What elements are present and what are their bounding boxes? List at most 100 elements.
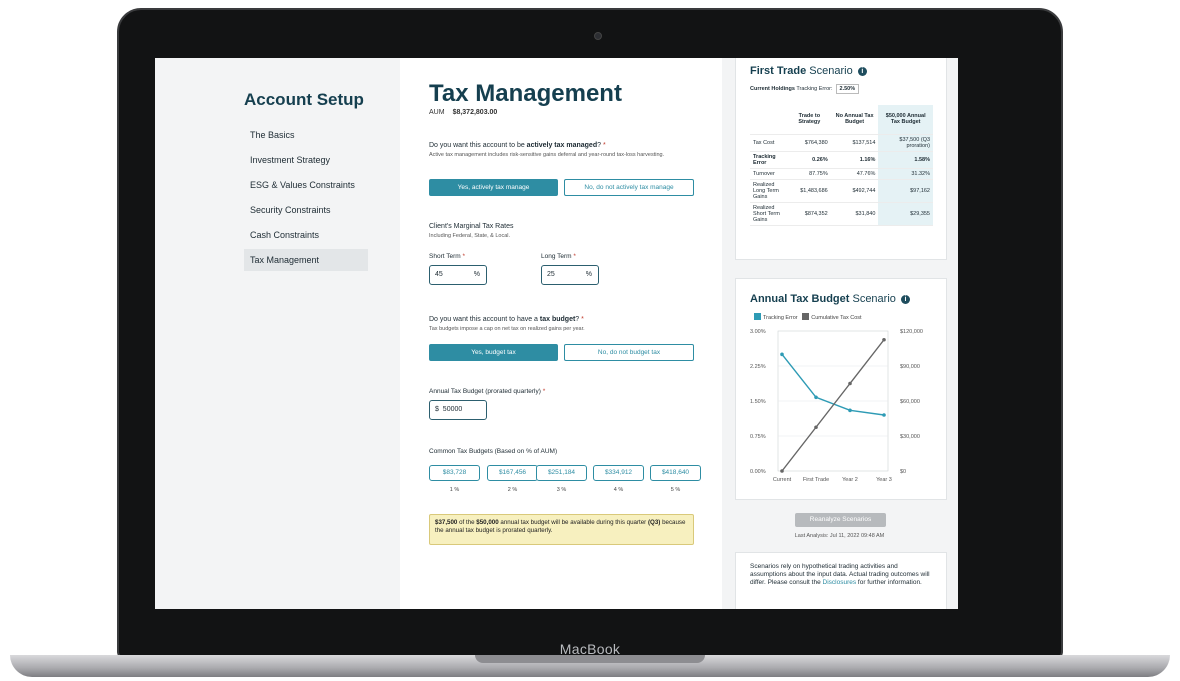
budget-tax-no-button[interactable]: No, do not budget tax [564, 344, 694, 361]
table-header-empty [750, 105, 788, 135]
short-term-label-text: Short Term [429, 253, 461, 260]
row-label: Realized Long Term Gains [750, 179, 788, 203]
table-row: Turnover 87.75% 47.76% 31.32% [750, 168, 933, 180]
disclosure-tail: for further information. [856, 579, 922, 586]
x-tick-label: First Trade [803, 477, 829, 483]
y-left-tick-label: 0.00% [750, 469, 766, 475]
table-row: Realized Short Term Gains $874,352 $31,8… [750, 202, 933, 226]
first-trade-title-bold: First Trade [750, 65, 807, 77]
sidebar-item-esg-values[interactable]: ESG & Values Constraints [244, 174, 368, 196]
table-cell: $29,355 [878, 202, 933, 226]
aum-value: $8,372,803.00 [452, 109, 498, 116]
table-row: Tracking Error 0.26% 1.16% 1.58% [750, 151, 933, 169]
tracking-value: 2.50% [835, 84, 860, 94]
actively-tax-manage-no-button[interactable]: No, do not actively tax manage [564, 179, 694, 196]
row-label: Tax Cost [750, 134, 788, 152]
note-amount-available: $37,500 [435, 519, 458, 526]
y-right-tick-label: $120,000 [900, 329, 923, 335]
main-panel: Tax Management AUM $8,372,803.00 Do you w… [400, 58, 722, 609]
sidebar-nav: The Basics Investment Strategy ESG & Val… [244, 124, 368, 274]
common-budget-option[interactable]: $418,640 [650, 465, 701, 481]
disclosures-link[interactable]: Disclosures [823, 579, 857, 586]
table-cell: $874,352 [788, 202, 831, 226]
y-right-tick-label: $30,000 [900, 434, 920, 440]
proration-notice: $37,500 of the $50,000 annual tax budget… [429, 514, 694, 545]
table-cell: 87.75% [788, 168, 831, 180]
screen: Account Setup The Basics Investment Stra… [155, 58, 958, 609]
note-quarter: (Q3) [647, 519, 661, 526]
tax-managed-question: Do you want this account to be actively … [429, 142, 606, 149]
x-tick-label: Current [773, 477, 792, 483]
current-tracking-error: Current Holdings Tracking Error: 2.50% [750, 84, 860, 94]
common-budget-option[interactable]: $167,456 [487, 465, 538, 481]
tax-budget-help: Tax budgets impose a cap on net tax on r… [429, 326, 585, 332]
row-label: Realized Short Term Gains [750, 202, 788, 226]
table-header: No Annual Tax Budget [830, 105, 879, 135]
data-point [780, 469, 784, 473]
percent-suffix: % [585, 271, 592, 278]
annual-budget-input[interactable]: $ 50000 [429, 400, 487, 420]
disclosure-card: Scenarios rely on hypothetical trading a… [735, 552, 947, 609]
common-budget-option[interactable]: $83,728 [429, 465, 480, 481]
required-mark: * [573, 253, 576, 260]
aum: AUM $8,372,803.00 [429, 109, 497, 116]
annual-budget-label-text: Annual Tax Budget (prorated quarterly) [429, 388, 541, 395]
tracking-label-rest: Tracking Error: [794, 86, 833, 92]
reanalyze-button[interactable]: Reanalyze Scenarios [795, 513, 886, 527]
common-budget-pct: 2 % [507, 487, 518, 493]
info-icon[interactable]: i [857, 67, 867, 76]
table-header: Trade to Strategy [788, 105, 831, 135]
note-text: of the [457, 519, 477, 526]
page-title: Tax Management [429, 80, 622, 107]
annual-budget-card: Annual Tax Budget Scenario i Tracking Er… [735, 278, 947, 500]
note-amount-total: $50,000 [476, 519, 499, 526]
currency-prefix: $ [435, 406, 439, 413]
sidebar-item-security-constraints[interactable]: Security Constraints [244, 199, 368, 221]
y-left-tick-label: 1.50% [750, 399, 766, 405]
data-point [848, 408, 852, 413]
annual-tax-chart: 0.00% $0 0.75% $30,000 1.50% $60,000 2.25% $90,… [750, 329, 923, 483]
sidebar-item-tax-management[interactable]: Tax Management [244, 249, 368, 271]
long-term-rate-input[interactable]: 25% [541, 265, 599, 285]
table-cell: $1,483,686 [788, 179, 831, 203]
tax-rates-title: Client's Marginal Tax Rates [429, 223, 514, 230]
sidebar-item-investment-strategy[interactable]: Investment Strategy [244, 149, 368, 171]
first-trade-title-rest: Scenario [806, 65, 853, 77]
y-left-tick-label: 0.75% [750, 434, 766, 440]
table-header: $50,000 Annual Tax Budget [878, 105, 933, 135]
required-mark: * [462, 253, 466, 260]
table-cell: 1.58% [878, 151, 933, 169]
aum-label: AUM [429, 109, 445, 116]
y-right-tick-label: $60,000 [900, 399, 920, 405]
common-budget-pct: 4 % [613, 487, 624, 493]
long-term-label-text: Long Term [541, 253, 572, 260]
actively-tax-manage-yes-button[interactable]: Yes, actively tax manage [429, 179, 558, 196]
table-cell: $97,162 [878, 179, 933, 203]
y-right-tick-label: $90,000 [900, 364, 920, 370]
tax-budget-question: Do you want this account to have a tax b… [429, 316, 584, 323]
y-right-tick-label: $0 [900, 469, 906, 475]
x-tick-label: Year 2 [842, 477, 858, 483]
short-term-rate-value: 45 [435, 271, 443, 278]
data-point [882, 413, 886, 417]
common-budget-option[interactable]: $251,184 [536, 465, 587, 481]
table-cell: 1.16% [830, 151, 879, 169]
first-trade-table: Trade to Strategy No Annual Tax Budget $… [750, 105, 933, 226]
table-cell: $31,840 [830, 202, 879, 226]
last-analysis: Last Analysis: Jul 11, 2022 09:48 AM [794, 533, 885, 539]
table-cell: 31.32% [878, 168, 933, 180]
tracking-label: Current Holdings [750, 86, 795, 92]
budget-tax-yes-button[interactable]: Yes, budget tax [429, 344, 558, 361]
common-budget-option[interactable]: $334,912 [593, 465, 644, 481]
sidebar-item-cash-constraints[interactable]: Cash Constraints [244, 224, 368, 246]
long-term-label: Long Term * [541, 253, 576, 260]
required-mark: * [602, 142, 606, 149]
table-header-row: Trade to Strategy No Annual Tax Budget $… [750, 105, 933, 135]
y-left-tick-label: 2.25% [750, 364, 766, 370]
table-row: Realized Long Term Gains $1,483,686 $492… [750, 179, 933, 203]
first-trade-title: First Trade Scenario i [750, 65, 867, 77]
sidebar-item-the-basics[interactable]: The Basics [244, 124, 368, 146]
tax-managed-help: Active tax management includes risk-sens… [429, 152, 665, 158]
short-term-rate-input[interactable]: 45% [429, 265, 487, 285]
percent-suffix: % [473, 271, 480, 278]
